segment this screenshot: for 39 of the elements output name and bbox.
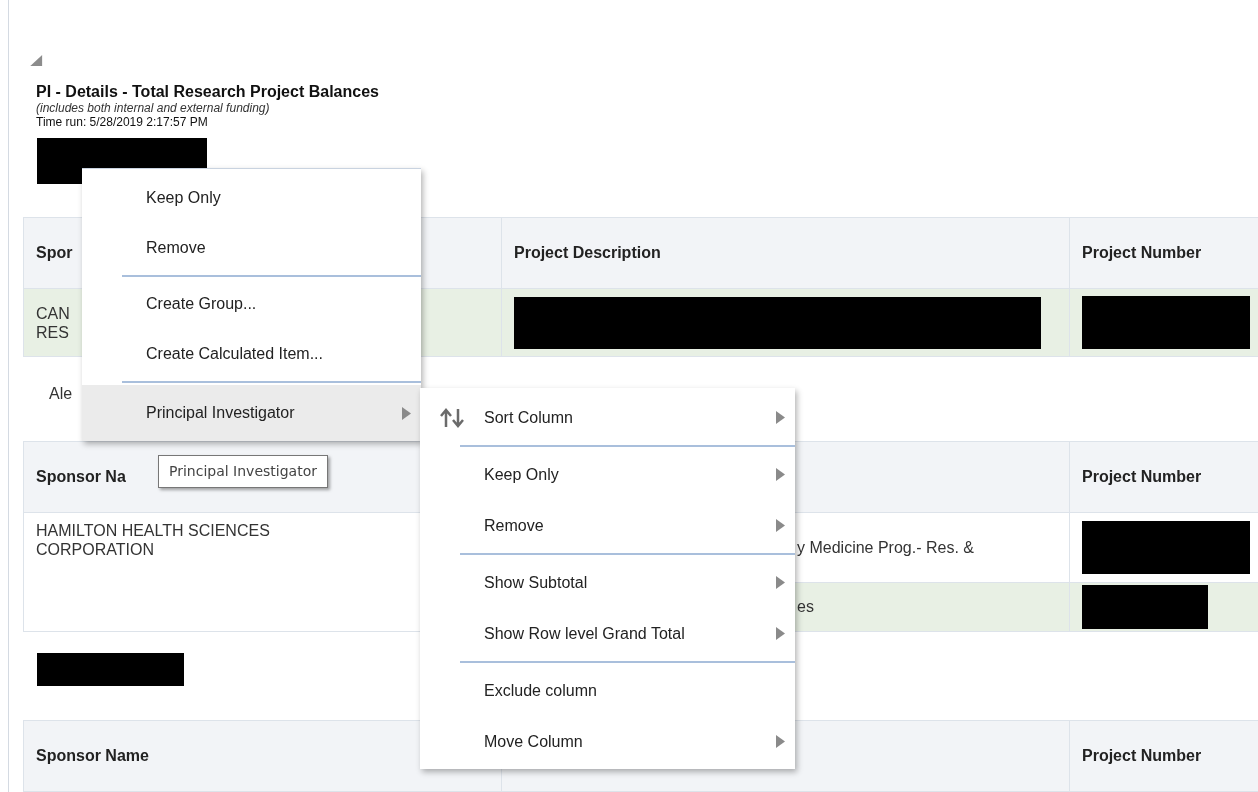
table-cell-text: CAN (36, 303, 70, 323)
menu-item[interactable]: Show Subtotal (420, 557, 795, 608)
submenu-arrow-icon (776, 735, 785, 748)
menu-item[interactable]: Keep Only (82, 173, 421, 223)
submenu-arrow-icon (776, 411, 785, 424)
column-header: Sponsor Name (36, 747, 149, 764)
report-subtitle: (includes both internal and external funding) (36, 101, 271, 116)
menu-item[interactable]: Remove (82, 223, 421, 273)
menu-item[interactable]: Principal Investigator (82, 385, 421, 441)
table-cell-text: HAMILTON HEALTH SCIENCES (36, 521, 270, 540)
submenu-arrow-icon (776, 576, 785, 589)
collapse-triangle-icon[interactable] (29, 55, 43, 67)
menu-item[interactable]: Move Column (420, 716, 795, 767)
tooltip: Principal Investigator (158, 455, 328, 488)
table-cell-text: CORPORATION (36, 540, 154, 559)
submenu-arrow-icon (776, 519, 785, 532)
column-header: Project Number (1082, 747, 1202, 764)
column-header: Spor (36, 244, 73, 262)
submenu-arrow-icon (402, 406, 411, 420)
menu-item[interactable]: Sort Column (420, 392, 795, 443)
group-label: Ale (49, 385, 73, 403)
menu-item[interactable]: Keep Only (420, 449, 795, 500)
column-header: Sponsor Na (36, 468, 126, 485)
menu-item[interactable]: Create Calculated Item... (82, 329, 421, 379)
table-cell-text: es (796, 598, 814, 615)
column-header: Project Number (1082, 244, 1202, 262)
submenu-arrow-icon (776, 468, 785, 481)
report-title: PI - Details - Total Research Project Balances (36, 83, 380, 102)
menu-item[interactable]: Exclude column (420, 665, 795, 716)
time-run-text: Time run: 5/28/2019 2:17:57 PM (36, 115, 209, 130)
menu-item[interactable]: Show Row level Grand Total (420, 608, 795, 659)
column-header: Project Description (514, 244, 661, 262)
table-cell-text: y Medicine Prog.- Res. & (796, 538, 974, 556)
menu-item[interactable]: Create Group... (82, 279, 421, 329)
menu-item[interactable]: Remove (420, 500, 795, 551)
column-header: Project Number (1082, 468, 1202, 485)
table-cell-text: RES (36, 322, 69, 342)
submenu-arrow-icon (776, 627, 785, 640)
sort-icon (439, 407, 465, 428)
